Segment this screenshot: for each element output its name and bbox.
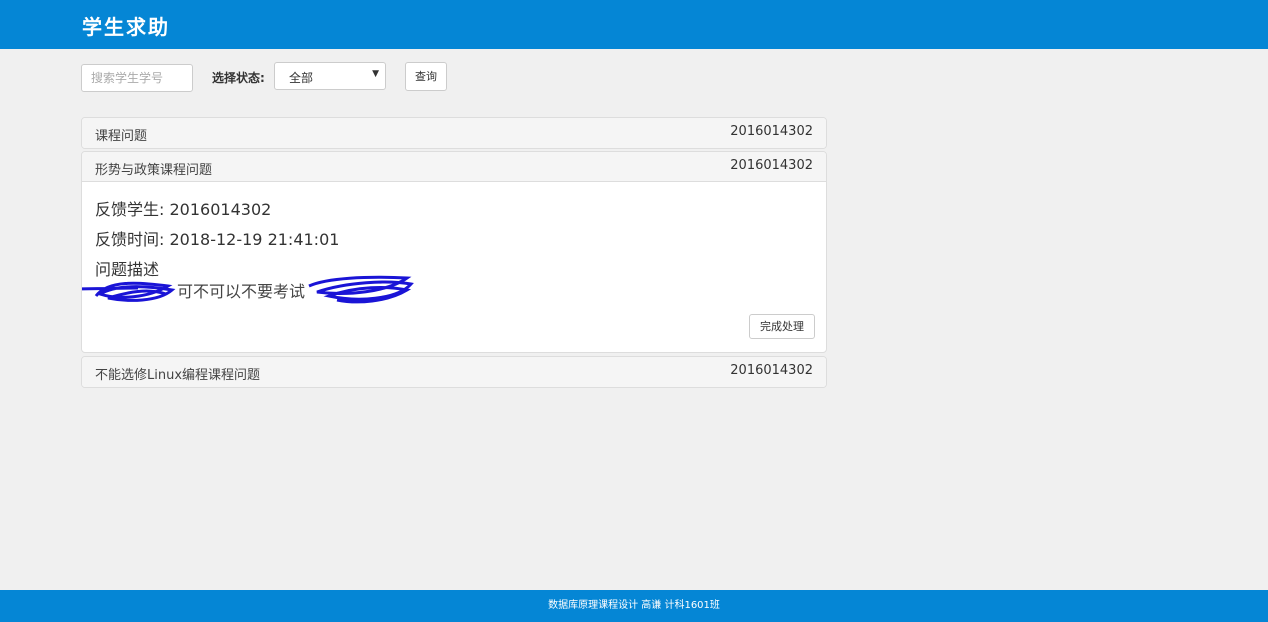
feedback-time-row: 反馈时间: 2018-12-19 21:41:01 xyxy=(95,226,339,250)
status-filter-label: 选择状态: xyxy=(212,71,265,85)
request-title: 形势与政策课程问题 xyxy=(95,163,213,178)
request-panel: 不能选修Linux编程课程问题 2016014302 xyxy=(81,356,827,388)
request-panel: 课程问题 2016014302 xyxy=(81,117,827,149)
status-select[interactable]: 全部 ▼ xyxy=(274,62,386,90)
redaction-scribble xyxy=(82,281,176,302)
request-panel-expanded: 形势与政策课程问题 2016014302 反馈学生: 2016014302 反馈… xyxy=(81,151,827,353)
request-panel-header[interactable]: 不能选修Linux编程课程问题 2016014302 xyxy=(82,357,826,387)
feedback-student-value: 2016014302 xyxy=(169,200,272,219)
footer: 数据库原理课程设计 高谦 计科1601班 xyxy=(0,590,1268,622)
feedback-student-row: 反馈学生: 2016014302 xyxy=(95,196,271,220)
request-panel-header[interactable]: 形势与政策课程问题 2016014302 xyxy=(82,152,826,182)
request-title: 课程问题 xyxy=(95,129,148,144)
feedback-student-label: 反馈学生: xyxy=(95,200,165,219)
complete-handling-button[interactable]: 完成处理 xyxy=(749,314,815,339)
description-text: 可不可以不要考试 xyxy=(177,282,306,301)
footer-text: 数据库原理课程设计 高谦 计科1601班 xyxy=(548,600,720,611)
feedback-time-value: 2018-12-19 21:41:01 xyxy=(169,230,340,249)
request-student-id: 2016014302 xyxy=(730,363,813,378)
query-button[interactable]: 查询 xyxy=(405,62,447,91)
redaction-scribble xyxy=(308,275,414,304)
request-panel-header[interactable]: 课程问题 2016014302 xyxy=(82,118,826,148)
top-navbar: 学生求助 xyxy=(0,0,1268,49)
app-title[interactable]: 学生求助 xyxy=(82,11,170,40)
request-detail: 反馈学生: 2016014302 反馈时间: 2018-12-19 21:41:… xyxy=(82,182,826,352)
request-title: 不能选修Linux编程课程问题 xyxy=(95,368,261,383)
description-label: 问题描述 xyxy=(95,260,160,279)
chevron-down-icon: ▼ xyxy=(372,69,379,79)
search-student-id-input[interactable] xyxy=(81,64,193,92)
status-select-value: 全部 xyxy=(289,71,314,85)
feedback-time-label: 反馈时间: xyxy=(95,230,165,249)
request-student-id: 2016014302 xyxy=(730,124,813,139)
request-student-id: 2016014302 xyxy=(730,158,813,173)
